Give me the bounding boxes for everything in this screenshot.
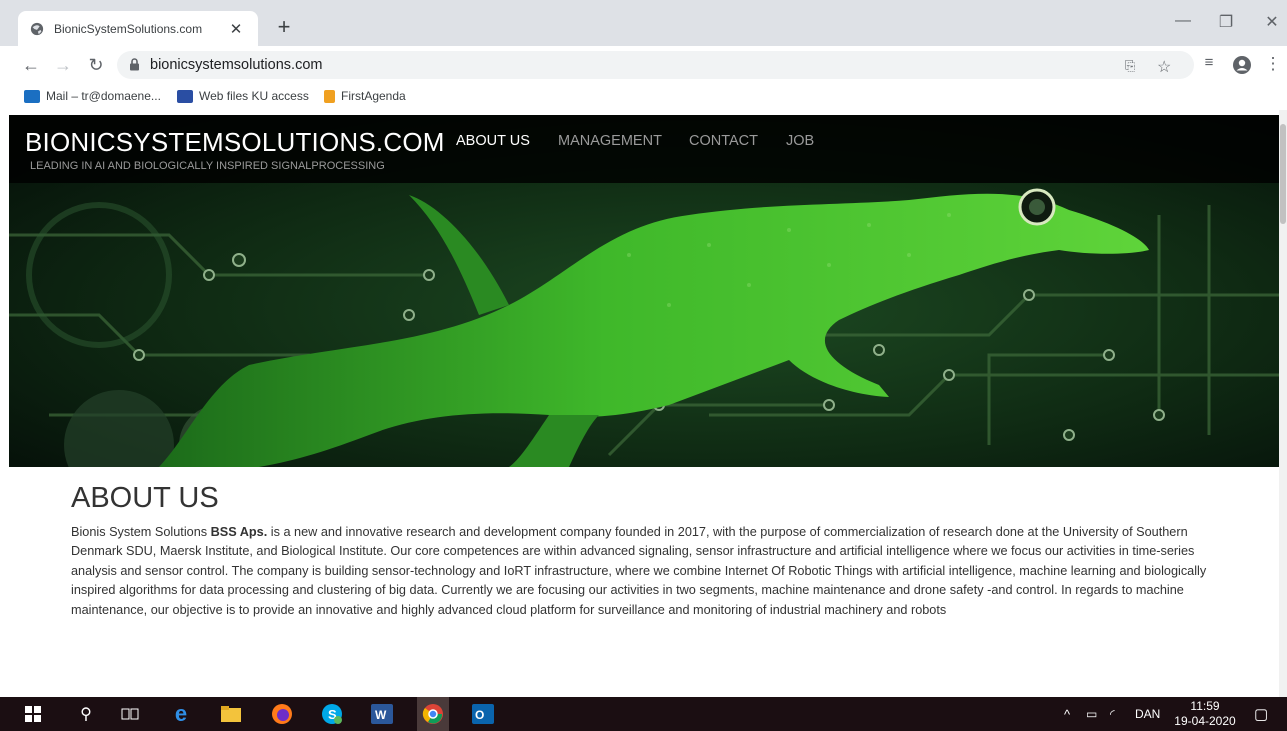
bookmarks-bar: Mail – tr@domaene... Web files KU access… <box>0 84 1287 110</box>
lock-icon <box>130 58 139 71</box>
media-queue-icon[interactable]: ≡ <box>1198 54 1220 71</box>
bookmark-firstagenda[interactable]: FirstAgenda <box>324 89 406 103</box>
minimize-icon[interactable]: — <box>1168 12 1198 30</box>
windows-taskbar: ⚲ e S W O ^ ▭ ◜ DAN 11:59 19-04-2020 ▢ <box>0 697 1287 731</box>
about-heading: ABOUT US <box>71 482 219 514</box>
about-paragraph: Bionis System Solutions BSS Aps. is a ne… <box>71 523 1211 620</box>
bookmark-label: Web files KU access <box>199 89 309 103</box>
translate-icon[interactable]: ⎘ <box>1125 58 1135 74</box>
bookmark-label: Mail – tr@domaene... <box>46 89 161 103</box>
battery-icon[interactable]: ▭ <box>1086 707 1097 721</box>
back-icon[interactable]: ← <box>20 54 42 76</box>
firstagenda-icon <box>324 89 335 103</box>
outlook-taskbar-icon[interactable]: O <box>470 701 496 727</box>
bookmark-star-icon[interactable]: ☆ <box>1157 57 1171 77</box>
system-clock[interactable]: 11:59 19-04-2020 <box>1172 699 1238 729</box>
reload-icon[interactable]: ↻ <box>85 54 107 76</box>
notification-icon[interactable]: ▢ <box>1254 705 1268 723</box>
site-logo[interactable]: BIONICSYSTEMSOLUTIONS.COM <box>25 127 445 158</box>
close-window-icon[interactable]: ✕ <box>1257 12 1287 32</box>
site-tagline: LEADING IN AI AND BIOLOGICALLY INSPIRED … <box>30 160 385 172</box>
wifi-icon[interactable]: ◜ <box>1110 707 1115 721</box>
page-viewport: BIONICSYSTEMSOLUTIONS.COM LEADING IN AI … <box>0 110 1287 697</box>
url-text: bionicsystemsolutions.com <box>150 57 323 73</box>
outlook-icon <box>24 89 40 103</box>
tab-strip: BionicSystemSolutions.com ✕ + — ❐ ✕ <box>0 0 1287 46</box>
about-intro: Bionis System Solutions <box>71 525 211 539</box>
profile-avatar-icon[interactable] <box>1232 55 1252 75</box>
restore-icon[interactable]: ❐ <box>1211 12 1241 32</box>
browser-toolbar: ← → ↻ bionicsystemsolutions.com ⎘ ☆ ≡ ⋮ <box>0 46 1287 84</box>
language-indicator[interactable]: DAN <box>1135 707 1160 721</box>
skype-icon[interactable]: S <box>319 701 345 727</box>
tray-chevron-icon[interactable]: ^ <box>1064 707 1070 722</box>
svg-text:W: W <box>375 708 387 722</box>
company-name: BSS Aps. <box>210 525 268 539</box>
nav-contact[interactable]: CONTACT <box>689 133 758 149</box>
new-tab-button[interactable]: + <box>272 14 296 40</box>
word-icon[interactable]: W <box>369 701 395 727</box>
hero-banner: BIONICSYSTEMSOLUTIONS.COM LEADING IN AI … <box>9 115 1280 467</box>
edge-icon[interactable]: e <box>168 701 194 727</box>
close-tab-icon[interactable]: ✕ <box>226 20 246 38</box>
nav-management[interactable]: MANAGEMENT <box>558 133 662 149</box>
web-files-icon <box>177 89 193 103</box>
scrollbar-thumb[interactable] <box>1280 124 1286 224</box>
globe-icon <box>30 22 44 35</box>
search-icon[interactable]: ⚲ <box>73 701 99 727</box>
bookmark-web-files[interactable]: Web files KU access <box>177 89 309 103</box>
about-section: ABOUT US Bionis System Solutions BSS Aps… <box>71 482 1211 620</box>
address-bar[interactable]: bionicsystemsolutions.com ⎘ ☆ <box>117 51 1194 79</box>
clock-time: 11:59 <box>1190 699 1220 713</box>
clock-date: 19-04-2020 <box>1174 714 1236 728</box>
bookmark-label: FirstAgenda <box>341 89 406 103</box>
firefox-icon[interactable] <box>269 701 295 727</box>
browser-tab[interactable]: BionicSystemSolutions.com ✕ <box>18 11 258 46</box>
nav-job[interactable]: JOB <box>786 133 814 149</box>
bookmark-mail[interactable]: Mail – tr@domaene... <box>24 89 161 103</box>
chrome-icon[interactable] <box>417 697 449 731</box>
menu-kebab-icon[interactable]: ⋮ <box>1262 54 1284 74</box>
file-explorer-icon[interactable] <box>218 701 244 727</box>
task-view-icon[interactable] <box>117 701 143 727</box>
site-navbar: BIONICSYSTEMSOLUTIONS.COM LEADING IN AI … <box>9 115 1280 183</box>
nav-about-us[interactable]: ABOUT US <box>456 133 530 149</box>
forward-icon[interactable]: → <box>52 54 74 76</box>
svg-text:O: O <box>475 708 484 722</box>
tab-title: BionicSystemSolutions.com <box>54 21 203 36</box>
windows-start-icon[interactable] <box>20 701 46 727</box>
